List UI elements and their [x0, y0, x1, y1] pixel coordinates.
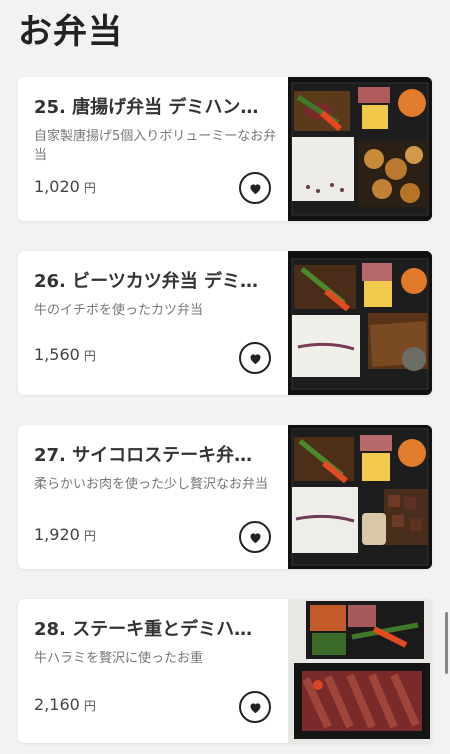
heart-icon	[250, 353, 260, 364]
favorite-button[interactable]	[239, 342, 271, 374]
item-title: 26. ビーツカツ弁当 デミ…	[34, 271, 259, 292]
price-value: 1,920	[34, 525, 80, 544]
favorite-button[interactable]	[239, 691, 271, 723]
currency-label: 円	[83, 349, 96, 363]
heart-icon	[250, 183, 260, 194]
item-title: 25. 唐揚げ弁当 デミハン…	[34, 97, 259, 118]
price-value: 1,560	[34, 345, 80, 364]
currency-label: 円	[83, 181, 96, 195]
steak-ju-photo[interactable]	[288, 599, 432, 743]
scrollbar[interactable]	[445, 612, 448, 674]
item-title: 27. サイコロステーキ弁…	[34, 445, 253, 466]
currency-label: 円	[83, 529, 96, 543]
currency-label: 円	[83, 699, 96, 713]
page-title: お弁当	[18, 12, 123, 52]
item-price: 1,920 円	[34, 525, 96, 544]
item-price: 2,160 円	[34, 695, 96, 714]
item-description: 柔らかいお肉を使った少し贅沢なお弁当	[34, 477, 269, 492]
menu-item-card[interactable]: 27. サイコロステーキ弁… 柔らかいお肉を使った少し贅沢なお弁当 1,920 円	[18, 425, 432, 569]
favorite-button[interactable]	[239, 521, 271, 553]
favorite-button[interactable]	[239, 172, 271, 204]
item-description: 自家製唐揚げ5個入りボリューミーなお弁当	[34, 129, 277, 163]
item-price: 1,020 円	[34, 177, 96, 196]
item-price: 1,560 円	[34, 345, 96, 364]
item-description: 牛ハラミを贅沢に使ったお重	[34, 651, 204, 666]
karaage-bento-photo[interactable]	[288, 77, 432, 221]
heart-icon	[250, 702, 260, 713]
price-value: 2,160	[34, 695, 80, 714]
price-value: 1,020	[34, 177, 80, 196]
menu-item-card[interactable]: 26. ビーツカツ弁当 デミ… 牛のイチボを使ったカツ弁当 1,560 円	[18, 251, 432, 395]
item-title: 28. ステーキ重とデミハ…	[34, 619, 253, 640]
heart-icon	[250, 532, 260, 543]
menu-item-card[interactable]: 28. ステーキ重とデミハ… 牛ハラミを贅沢に使ったお重 2,160 円	[18, 599, 432, 743]
menu-item-card[interactable]: 25. 唐揚げ弁当 デミハン… 自家製唐揚げ5個入りボリューミーなお弁当 1,0…	[18, 77, 432, 221]
beef-katsu-bento-photo[interactable]	[288, 251, 432, 395]
item-description: 牛のイチボを使ったカツ弁当	[34, 303, 204, 318]
dice-steak-bento-photo[interactable]	[288, 425, 432, 569]
